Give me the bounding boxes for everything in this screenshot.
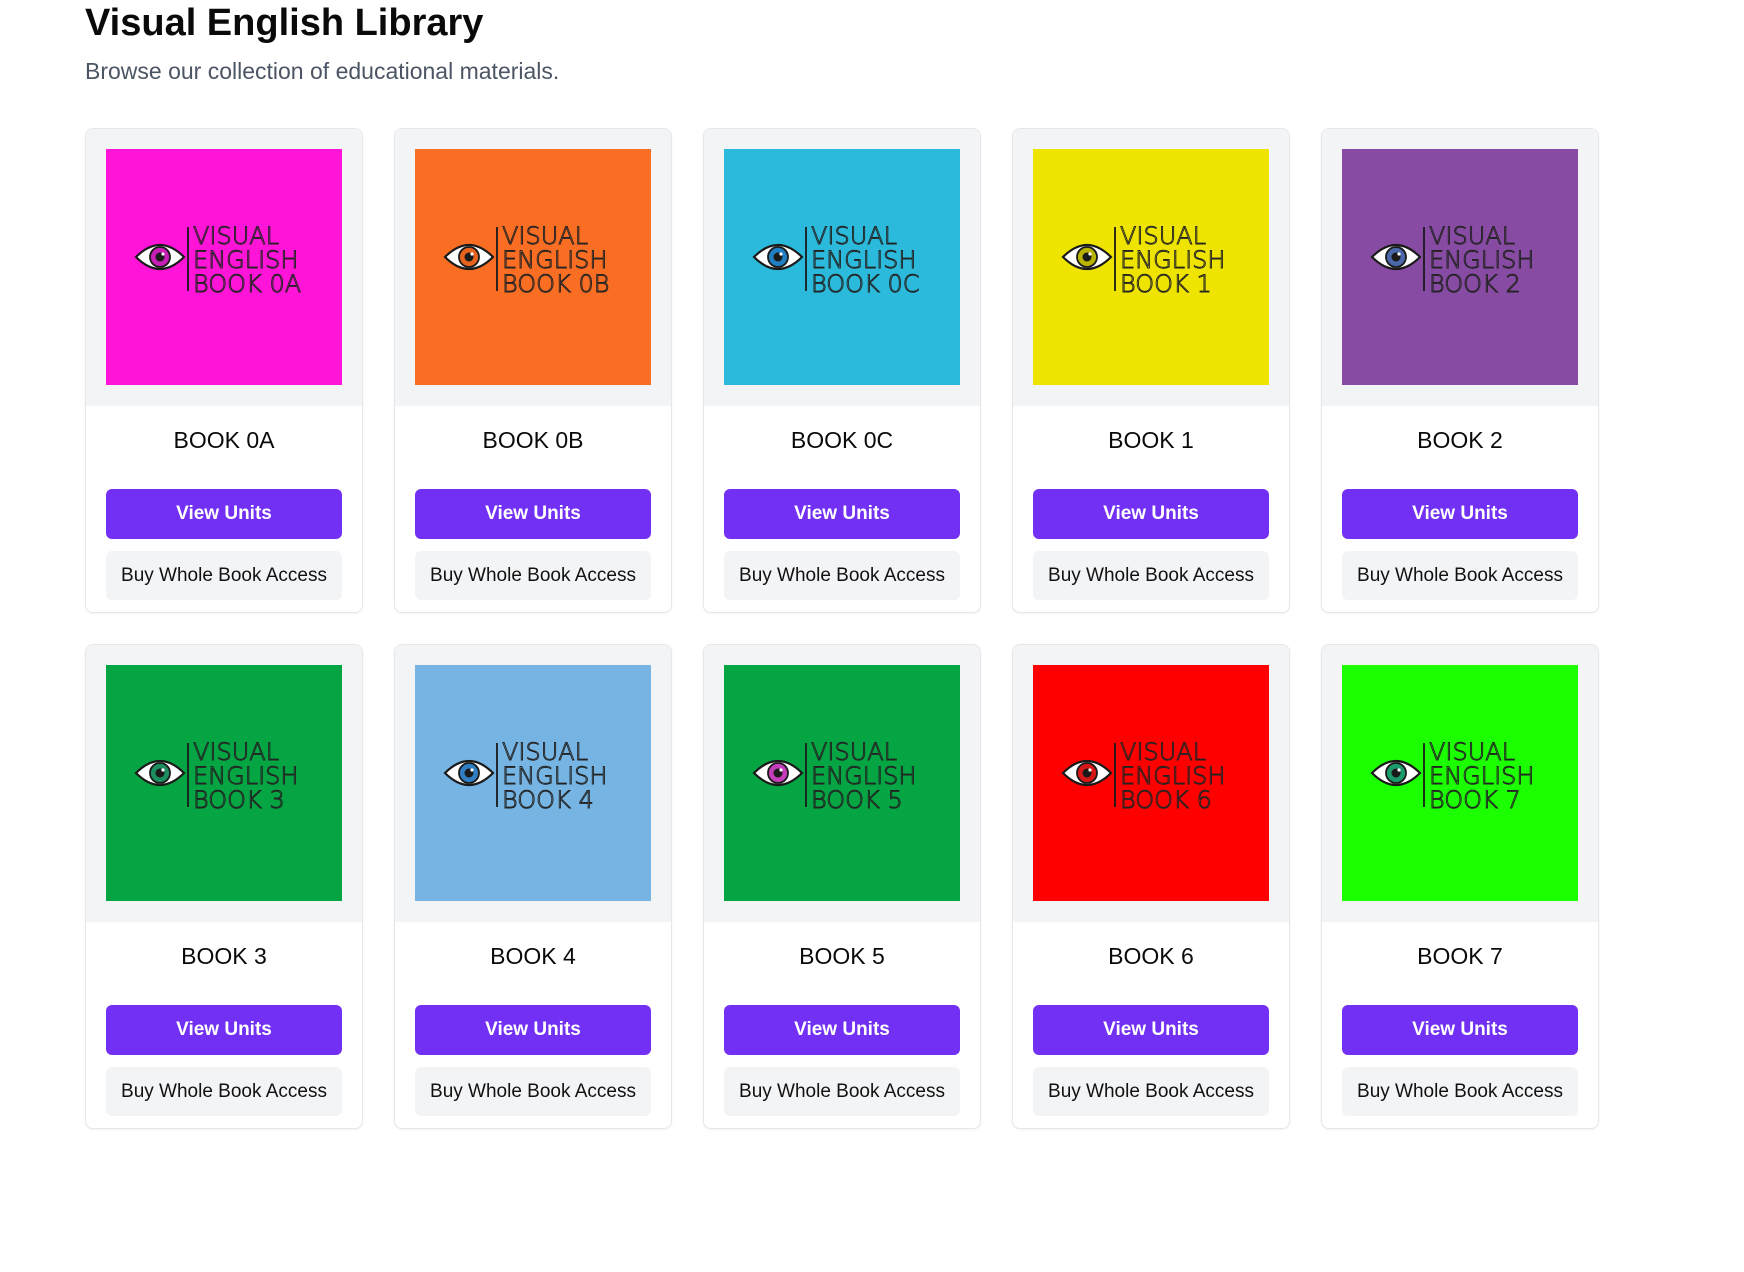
book-cover-frame: VISUAL ENGLISH BOOK 0C [704, 129, 980, 406]
cover-text-line: BOOK 0A [193, 270, 301, 298]
book-title: BOOK 0B [482, 426, 584, 453]
cover-text-line: BOOK 6 [1120, 786, 1212, 814]
book-title: BOOK 6 [1108, 942, 1194, 969]
book-cover-art: VISUAL ENGLISH BOOK 5 [724, 665, 960, 901]
book-cover-frame: VISUAL ENGLISH BOOK 7 [1322, 645, 1598, 922]
book-card: VISUAL ENGLISH BOOK 7 BOOK 7 View Units … [1321, 644, 1599, 1129]
book-title: BOOK 1 [1108, 426, 1194, 453]
book-cover-art: VISUAL ENGLISH BOOK 6 [1033, 665, 1269, 901]
book-title: BOOK 5 [799, 942, 885, 969]
book-cover-art: VISUAL ENGLISH BOOK 3 [106, 665, 342, 901]
book-cover[interactable]: VISUAL ENGLISH BOOK 0C [724, 149, 960, 385]
book-title: BOOK 0C [790, 426, 894, 453]
buy-whole-book-button[interactable]: Buy Whole Book Access [1342, 551, 1578, 600]
cover-text-line: BOOK 1 [1120, 270, 1212, 298]
book-grid: VISUAL ENGLISH BOOK 0A BOOK 0A View Unit… [85, 128, 1599, 1129]
book-cover-frame: VISUAL ENGLISH BOOK 6 [1013, 645, 1289, 922]
view-units-button[interactable]: View Units [724, 1005, 960, 1055]
cover-text-line: BOOK 3 [193, 786, 285, 814]
view-units-button[interactable]: View Units [724, 489, 960, 539]
buy-whole-book-button[interactable]: Buy Whole Book Access [415, 1067, 651, 1116]
cover-text-line: BOOK 2 [1429, 270, 1521, 298]
book-cover[interactable]: VISUAL ENGLISH BOOK 6 [1033, 665, 1269, 901]
book-cover-art: VISUAL ENGLISH BOOK 1 [1033, 149, 1269, 385]
page-subtitle: Browse our collection of educational mat… [85, 58, 560, 84]
buy-whole-book-button[interactable]: Buy Whole Book Access [1342, 1067, 1578, 1116]
book-card: VISUAL ENGLISH BOOK 6 BOOK 6 View Units … [1012, 644, 1290, 1129]
book-cover-frame: VISUAL ENGLISH BOOK 5 [704, 645, 980, 922]
buy-whole-book-button[interactable]: Buy Whole Book Access [724, 551, 960, 600]
buy-whole-book-button[interactable]: Buy Whole Book Access [724, 1067, 960, 1116]
book-cover-frame: VISUAL ENGLISH BOOK 0B [395, 129, 671, 406]
buy-whole-book-button[interactable]: Buy Whole Book Access [1033, 551, 1269, 600]
cover-text-line: BOOK 0B [502, 270, 609, 298]
book-cover[interactable]: VISUAL ENGLISH BOOK 0A [106, 149, 342, 385]
book-card: VISUAL ENGLISH BOOK 0B BOOK 0B View Unit… [394, 128, 672, 613]
book-cover-art: VISUAL ENGLISH BOOK 0B [415, 149, 651, 385]
book-cover[interactable]: VISUAL ENGLISH BOOK 2 [1342, 149, 1578, 385]
view-units-button[interactable]: View Units [1033, 1005, 1269, 1055]
book-cover-frame: VISUAL ENGLISH BOOK 2 [1322, 129, 1598, 406]
buy-whole-book-button[interactable]: Buy Whole Book Access [106, 551, 342, 600]
book-cover-frame: VISUAL ENGLISH BOOK 3 [86, 645, 362, 922]
book-title: BOOK 3 [181, 942, 267, 969]
book-cover-art: VISUAL ENGLISH BOOK 2 [1342, 149, 1578, 385]
book-card: VISUAL ENGLISH BOOK 1 BOOK 1 View Units … [1012, 128, 1290, 613]
book-title: BOOK 0A [173, 426, 275, 453]
book-title: BOOK 4 [490, 942, 576, 969]
book-cover[interactable]: VISUAL ENGLISH BOOK 5 [724, 665, 960, 901]
book-cover-frame: VISUAL ENGLISH BOOK 1 [1013, 129, 1289, 406]
book-cover-frame: VISUAL ENGLISH BOOK 0A [86, 129, 362, 406]
view-units-button[interactable]: View Units [1342, 1005, 1578, 1055]
cover-text-line: BOOK 5 [811, 786, 903, 814]
buy-whole-book-button[interactable]: Buy Whole Book Access [1033, 1067, 1269, 1116]
book-cover[interactable]: VISUAL ENGLISH BOOK 1 [1033, 149, 1269, 385]
book-cover-art: VISUAL ENGLISH BOOK 0C [724, 149, 960, 385]
view-units-button[interactable]: View Units [415, 1005, 651, 1055]
view-units-button[interactable]: View Units [106, 489, 342, 539]
book-cover-art: VISUAL ENGLISH BOOK 7 [1342, 665, 1578, 901]
book-cover[interactable]: VISUAL ENGLISH BOOK 7 [1342, 665, 1578, 901]
book-card: VISUAL ENGLISH BOOK 4 BOOK 4 View Units … [394, 644, 672, 1129]
cover-text-line: BOOK 0C [811, 270, 919, 298]
book-cover-art: VISUAL ENGLISH BOOK 0A [106, 149, 342, 385]
book-card: VISUAL ENGLISH BOOK 2 BOOK 2 View Units … [1321, 128, 1599, 613]
book-cover[interactable]: VISUAL ENGLISH BOOK 3 [106, 665, 342, 901]
cover-text-line: BOOK 7 [1429, 786, 1521, 814]
cover-text-line: BOOK 4 [502, 786, 594, 814]
book-card: VISUAL ENGLISH BOOK 0A BOOK 0A View Unit… [85, 128, 363, 613]
buy-whole-book-button[interactable]: Buy Whole Book Access [415, 551, 651, 600]
book-cover-art: VISUAL ENGLISH BOOK 4 [415, 665, 651, 901]
view-units-button[interactable]: View Units [106, 1005, 342, 1055]
book-cover[interactable]: VISUAL ENGLISH BOOK 0B [415, 149, 651, 385]
view-units-button[interactable]: View Units [415, 489, 651, 539]
book-title: BOOK 7 [1417, 942, 1503, 969]
view-units-button[interactable]: View Units [1342, 489, 1578, 539]
book-card: VISUAL ENGLISH BOOK 0C BOOK 0C View Unit… [703, 128, 981, 613]
book-card: VISUAL ENGLISH BOOK 3 BOOK 3 View Units … [85, 644, 363, 1129]
book-cover-frame: VISUAL ENGLISH BOOK 4 [395, 645, 671, 922]
book-card: VISUAL ENGLISH BOOK 5 BOOK 5 View Units … [703, 644, 981, 1129]
book-cover[interactable]: VISUAL ENGLISH BOOK 4 [415, 665, 651, 901]
page-title: Visual English Library [85, 2, 484, 44]
buy-whole-book-button[interactable]: Buy Whole Book Access [106, 1067, 342, 1116]
book-title: BOOK 2 [1417, 426, 1503, 453]
view-units-button[interactable]: View Units [1033, 489, 1269, 539]
